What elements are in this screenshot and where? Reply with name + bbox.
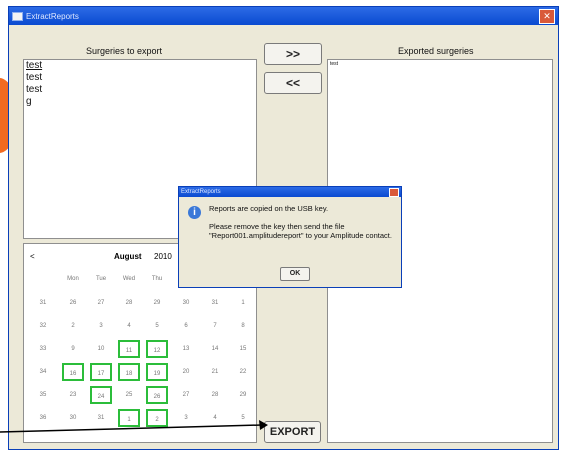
ok-button[interactable]: OK bbox=[280, 267, 310, 281]
dialog-message-1: Reports are copied on the USB key. bbox=[209, 204, 329, 213]
info-dialog: ExtractReports i Reports are copied on t… bbox=[178, 186, 402, 288]
dialog-title: ExtractReports bbox=[181, 189, 221, 195]
dialog-title-bar: ExtractReports bbox=[179, 187, 401, 197]
dialog-close-button[interactable] bbox=[389, 187, 399, 197]
dialog-message-2: Please remove the key then send the file… bbox=[209, 222, 392, 240]
info-icon: i bbox=[188, 206, 201, 219]
